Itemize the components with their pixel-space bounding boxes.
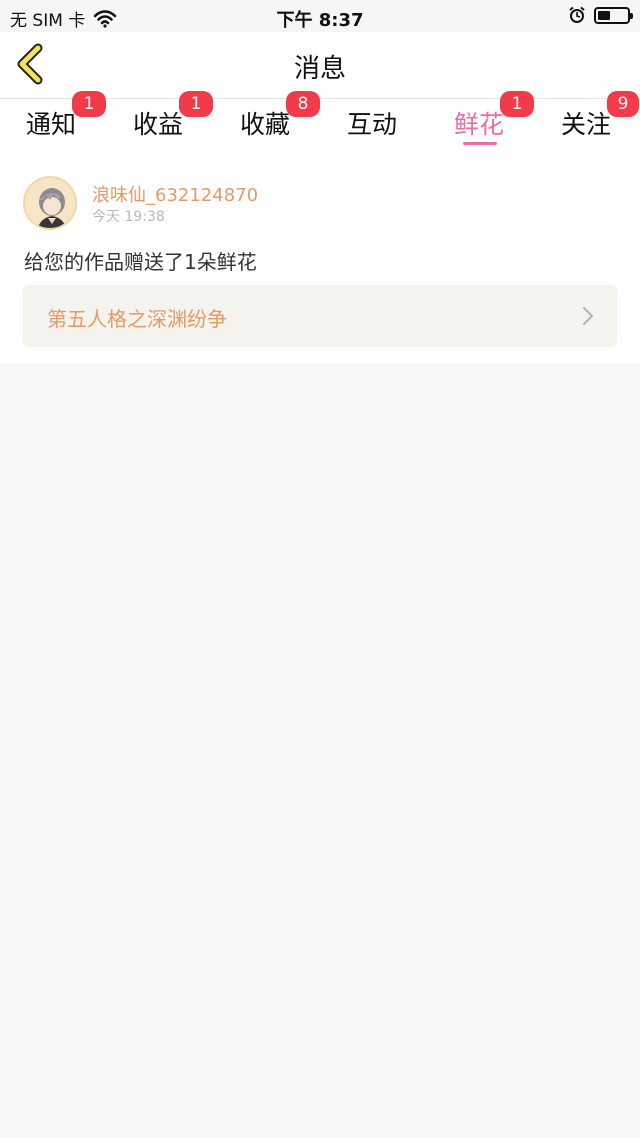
avatar[interactable] [23,176,77,230]
message-text: 给您的作品赠送了1朵鲜花 [24,250,257,274]
avatar-icon [25,178,75,228]
sender-username[interactable]: 浪味仙_632124870 [92,181,258,207]
message-timestamp: 今天 19:38 [92,209,165,225]
badge-count: 1 [500,91,534,117]
tab-flowers[interactable]: 鲜花 1 [454,91,534,141]
tab-interactions[interactable]: 互动 [347,105,397,141]
battery-icon [594,6,633,24]
tab-label: 收益 [133,110,184,139]
message-card: 浪味仙_632124870 今天 19:38 给您的作品赠送了1朵鲜花 第五人格… [0,150,640,363]
status-right [568,6,633,24]
badge-count: 1 [72,91,106,117]
status-time: 下午 8:37 [276,10,364,31]
tab-label: 收藏 [240,110,291,139]
tab-bar: 通知 1 收益 1 收藏 8 互动 鲜花 1 关注 9 [0,91,640,150]
battery-level [598,10,610,20]
tab-earnings[interactable]: 收益 1 [133,91,213,141]
status-bar: 无 SIM 卡 下午 8:37 [0,0,640,32]
chevron-right-icon [583,307,593,325]
alarm-icon [569,6,585,23]
tab-follows[interactable]: 关注 9 [561,91,639,141]
tab-favorites[interactable]: 收藏 8 [240,91,320,141]
badge-count: 1 [179,91,213,117]
nav-bar: 消息 [0,32,640,98]
page-title: 消息 [293,54,346,84]
tab-label: 关注 [561,110,612,139]
work-link[interactable]: 第五人格之深渊纷争 [23,285,617,347]
work-title: 第五人格之深渊纷争 [47,307,227,331]
tab-label: 鲜花 [454,110,505,139]
badge-count: 8 [286,91,320,117]
badge-count: 9 [607,91,639,117]
tab-label: 通知 [26,110,77,139]
tab-label: 互动 [347,110,398,139]
tab-notifications[interactable]: 通知 1 [26,91,106,141]
active-tab-indicator [463,142,497,145]
